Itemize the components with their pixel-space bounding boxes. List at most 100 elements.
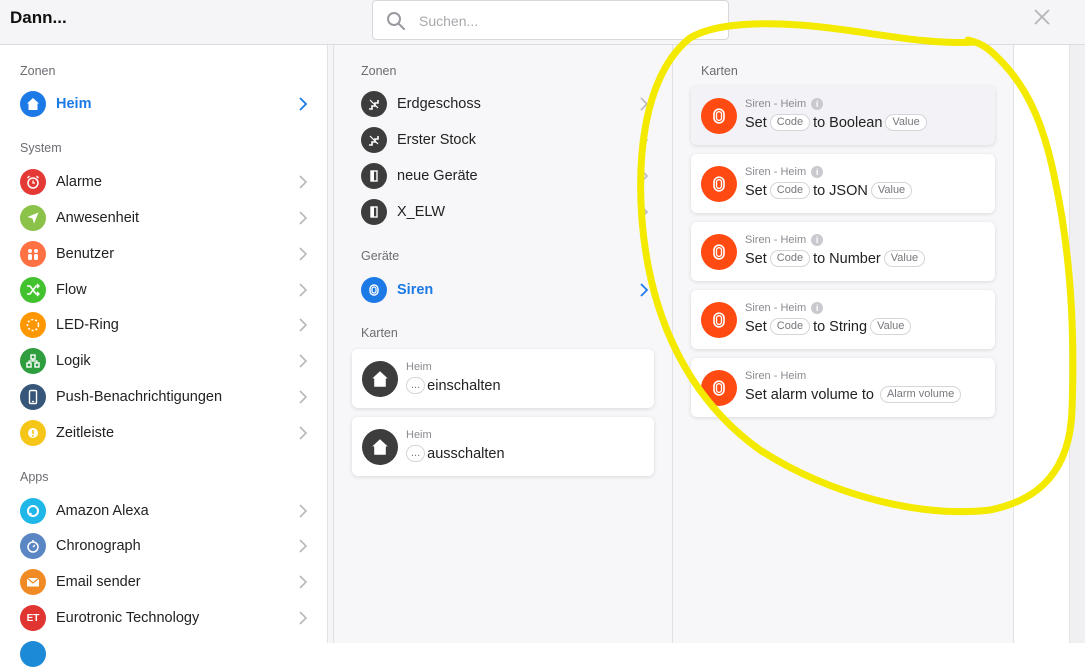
zone-item-label: neue Geräte xyxy=(397,168,478,184)
card-pill-code[interactable]: Code xyxy=(769,318,811,335)
alexa-icon xyxy=(20,498,46,524)
siren-icon xyxy=(361,277,387,303)
card-subtitle: Siren - Heim i xyxy=(745,234,824,246)
zone-item-label: X_ELW xyxy=(397,204,446,220)
card-pill-value[interactable]: Value xyxy=(870,318,912,335)
zone-item-erster-stock[interactable]: Erster Stock xyxy=(361,123,651,157)
chevron-right-icon xyxy=(299,504,308,518)
card-set-code-to-json[interactable]: Siren - Heim i Set Code to JSON Value xyxy=(691,154,995,213)
column-zone-heim: Zonen Erdgeschoss Erster Stock neue Gerä… xyxy=(333,45,673,643)
system-item-label: Push-Benachrichtigungen xyxy=(56,389,223,405)
chevron-right-icon xyxy=(640,133,649,147)
section-label-zonen: Zonen xyxy=(361,64,397,78)
section-label-geraete: Geräte xyxy=(361,249,400,263)
card-pill-code[interactable]: Code xyxy=(769,182,811,199)
empty-column xyxy=(1014,45,1070,643)
info-icon[interactable]: i xyxy=(811,302,824,314)
system-item-label: Benutzer xyxy=(56,246,115,262)
system-item-logik[interactable]: Logik xyxy=(20,344,310,378)
zone-item-label: Heim xyxy=(56,96,92,112)
siren-icon xyxy=(701,166,737,202)
siren-icon xyxy=(701,234,737,270)
card-pill-code[interactable]: Code xyxy=(769,114,811,131)
system-item-anwesenheit[interactable]: Anwesenheit xyxy=(20,201,310,235)
chevron-right-icon xyxy=(640,283,649,297)
search-input[interactable] xyxy=(419,10,709,32)
card-pill[interactable]: ... xyxy=(406,445,426,462)
card-text: Set Code to JSON Value xyxy=(745,182,915,199)
system-item-alarme[interactable]: Alarme xyxy=(20,165,310,199)
card-text: ... ausschalten xyxy=(406,445,505,462)
stopwatch-icon xyxy=(20,533,46,559)
zone-item-x-elw[interactable]: X_ELW xyxy=(361,195,651,229)
app-item-label: Eurotronic Technology xyxy=(56,610,200,626)
chevron-right-icon xyxy=(299,354,308,368)
system-item-led-ring[interactable]: LED-Ring xyxy=(20,308,310,342)
scroll-area xyxy=(1070,45,1085,643)
card-text-label: einschalten xyxy=(427,377,501,394)
card-heim-ausschalten[interactable]: Heim ... ausschalten xyxy=(352,417,654,476)
siren-icon xyxy=(701,302,737,338)
zone-item-label: Erster Stock xyxy=(397,132,476,148)
eurotronic-logo-icon: ET xyxy=(20,605,46,631)
close-icon[interactable] xyxy=(1031,6,1053,28)
app-item-label: Amazon Alexa xyxy=(56,503,149,519)
siren-icon xyxy=(701,370,737,406)
door-icon xyxy=(361,163,387,189)
app-item-eurotronic-technology[interactable]: ET Eurotronic Technology xyxy=(20,601,310,635)
info-icon[interactable]: i xyxy=(811,166,824,178)
card-subtitle: Siren - Heim i xyxy=(745,166,824,178)
card-set-code-to-boolean[interactable]: Siren - Heim i Set Code to Boolean Value xyxy=(691,86,995,145)
card-pill-code[interactable]: Code xyxy=(769,250,811,267)
system-item-zeitleiste[interactable]: Zeitleiste xyxy=(20,416,310,450)
column-siren-cards: Karten Siren - Heim i Set Code to Boolean Va… xyxy=(673,45,1014,643)
app-item-label: Chronograph xyxy=(56,538,141,554)
card-pill-value[interactable]: Value xyxy=(883,250,926,267)
zone-item-erdgeschoss[interactable]: Erdgeschoss xyxy=(361,87,651,121)
home-icon xyxy=(362,429,398,465)
logic-tree-icon xyxy=(20,348,46,374)
app-item-chronograph[interactable]: Chronograph xyxy=(20,529,310,563)
system-item-push-benachrichtigungen[interactable]: Push-Benachrichtigungen xyxy=(20,380,310,414)
search-box[interactable] xyxy=(372,0,729,40)
card-pill-value[interactable]: Value xyxy=(885,114,927,131)
chevron-right-icon xyxy=(299,318,308,332)
system-item-benutzer[interactable]: Benutzer xyxy=(20,237,310,271)
app-icon xyxy=(20,641,46,667)
app-item-amazon-alexa[interactable]: Amazon Alexa xyxy=(20,494,310,528)
timeline-icon xyxy=(20,420,46,446)
chevron-right-icon xyxy=(299,211,308,225)
card-text: Set Code to Number Value xyxy=(745,250,928,267)
app-item-partial[interactable] xyxy=(20,637,310,671)
door-icon xyxy=(361,199,387,225)
info-icon[interactable]: i xyxy=(811,234,824,246)
system-item-label: Zeitleiste xyxy=(56,425,115,441)
card-set-code-to-number[interactable]: Siren - Heim i Set Code to Number Value xyxy=(691,222,995,281)
chevron-right-icon xyxy=(299,97,308,111)
chevron-right-icon xyxy=(640,97,649,111)
zone-item-heim[interactable]: Heim xyxy=(20,87,310,121)
card-pill-alarm-volume[interactable]: Alarm volume xyxy=(879,386,962,403)
chevron-right-icon xyxy=(299,575,308,589)
app-item-email-sender[interactable]: Email sender xyxy=(20,565,310,599)
device-item-label: Siren xyxy=(397,282,434,298)
zone-item-neue-geraete[interactable]: neue Geräte xyxy=(361,159,651,193)
card-subtitle: Siren - Heim i xyxy=(745,302,824,314)
card-pill-value[interactable]: Value xyxy=(870,182,913,199)
card-set-alarm-volume[interactable]: Siren - Heim Set alarm volume to Alarm vo… xyxy=(691,358,995,417)
card-heim-einschalten[interactable]: Heim ... einschalten xyxy=(352,349,654,408)
chevron-right-icon xyxy=(640,205,649,219)
card-set-code-to-string[interactable]: Siren - Heim i Set Code to String Value xyxy=(691,290,995,349)
chevron-right-icon xyxy=(299,175,308,189)
system-item-label: Logik xyxy=(56,353,91,369)
info-icon[interactable]: i xyxy=(811,98,824,110)
shuffle-icon xyxy=(20,277,46,303)
chevron-right-icon xyxy=(299,247,308,261)
card-text: Set Code to String Value xyxy=(745,318,914,335)
system-item-flow[interactable]: Flow xyxy=(20,273,310,307)
chevron-right-icon xyxy=(299,426,308,440)
stairs-icon xyxy=(361,127,387,153)
card-pill[interactable]: ... xyxy=(406,377,426,394)
dialog-header: Dann... xyxy=(0,0,1085,45)
device-item-siren[interactable]: Siren xyxy=(361,273,651,307)
